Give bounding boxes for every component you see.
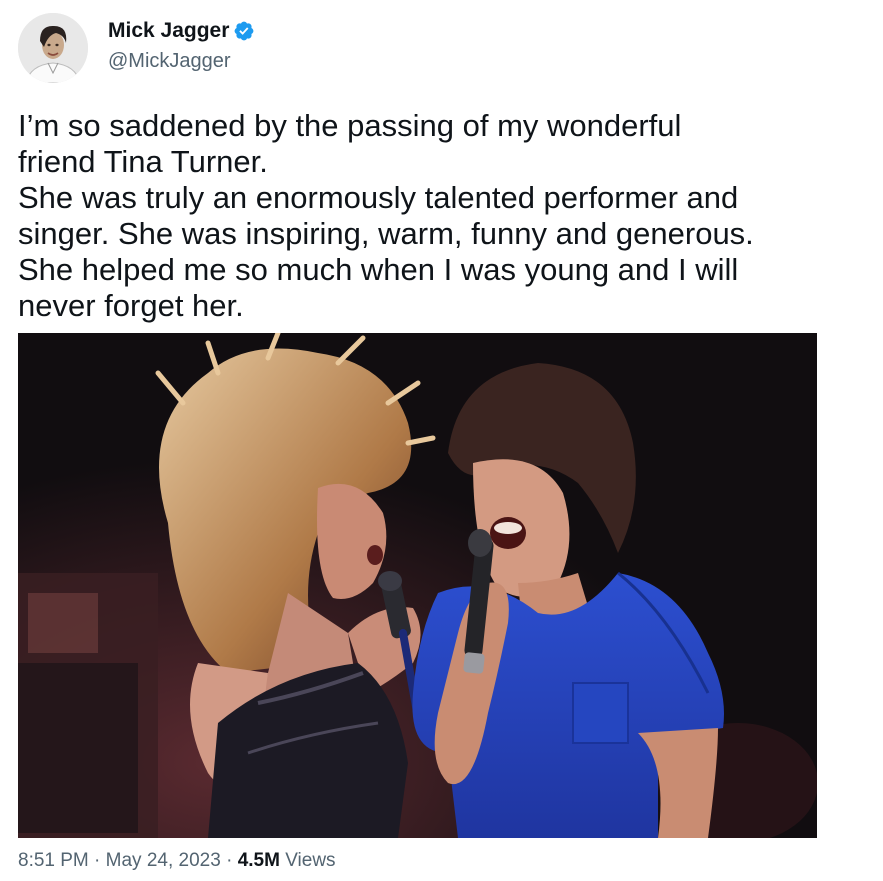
meta-separator: · bbox=[94, 850, 101, 871]
tweet-text: I’m so saddened by the passing of my won… bbox=[18, 108, 868, 324]
tweet-meta: 8:51 PM · May 24, 2023 · 4.5M Views bbox=[18, 848, 336, 874]
author-display-name[interactable]: Mick Jagger bbox=[108, 18, 229, 44]
tweet-text-line: friend Tina Turner. bbox=[18, 144, 268, 179]
verified-badge-icon bbox=[234, 21, 254, 41]
tweet-time[interactable]: 8:51 PM bbox=[18, 850, 89, 871]
author-name-row[interactable]: Mick Jagger bbox=[108, 18, 255, 44]
tweet-text-line: She helped me so much when I was young a… bbox=[18, 252, 739, 287]
tweet-text-line: She was truly an enormously talented per… bbox=[18, 180, 739, 215]
tweet-text-line: I’m so saddened by the passing of my won… bbox=[18, 108, 682, 143]
tweet-text-line: singer. She was inspiring, warm, funny a… bbox=[18, 216, 754, 251]
avatar[interactable] bbox=[18, 13, 88, 83]
views-count: 4.5M bbox=[237, 850, 280, 871]
avatar-photo-icon bbox=[18, 13, 88, 83]
views-label: Views bbox=[285, 850, 336, 871]
meta-separator: · bbox=[226, 850, 233, 871]
tweet-date[interactable]: May 24, 2023 bbox=[106, 850, 221, 871]
tweet: Mick Jagger @MickJagger I’m so saddened … bbox=[0, 0, 883, 881]
tweet-photo[interactable] bbox=[18, 333, 817, 838]
tweet-text-line: never forget her. bbox=[18, 288, 244, 323]
author-handle[interactable]: @MickJagger bbox=[108, 48, 231, 74]
concert-photo bbox=[18, 333, 817, 838]
